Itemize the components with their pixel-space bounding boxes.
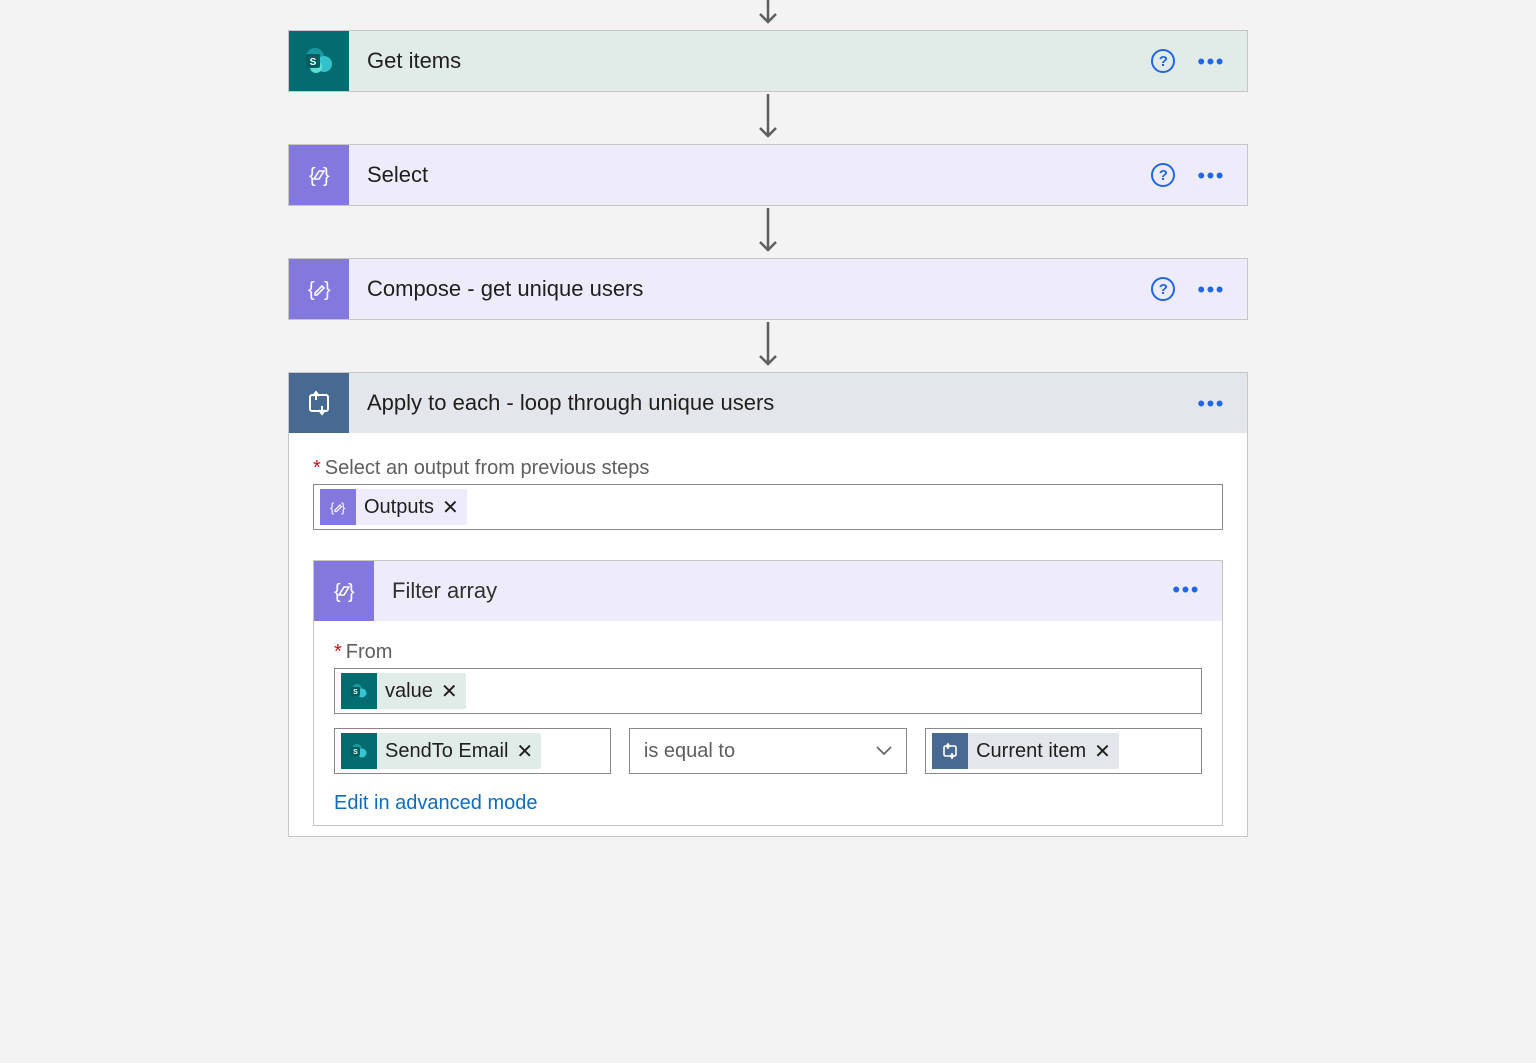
step-get-items[interactable]: S Get items ? ••• [288,30,1248,92]
token-outputs[interactable]: { } Outputs ✕ [320,489,467,525]
output-from-input[interactable]: { } Outputs ✕ [313,484,1223,530]
token-current-item[interactable]: Current item ✕ [932,733,1119,769]
token-remove-button[interactable]: ✕ [1094,739,1111,764]
filter-from-label: *From [334,641,1202,664]
token-sendto-email[interactable]: S SendTo Email ✕ [341,733,541,769]
svg-text:{: { [308,279,315,301]
filter-array-body: *From S [314,621,1222,825]
step-title: Select [349,162,1151,188]
condition-right-input[interactable]: Current item ✕ [925,728,1202,774]
svg-text:S: S [353,749,358,756]
step-title: Apply to each - loop through unique user… [349,390,1197,416]
chevron-down-icon [876,743,892,759]
condition-operator-select[interactable]: is equal to [629,728,907,774]
control-token-icon [932,733,968,769]
flow-arrow [757,320,779,372]
step-menu-button[interactable]: ••• [1197,398,1225,409]
step-menu-button[interactable]: ••• [1197,170,1225,181]
sharepoint-token-icon: S [341,733,377,769]
control-loop-icon [289,373,349,433]
edit-advanced-mode-link[interactable]: Edit in advanced mode [334,792,1202,815]
svg-text:}: } [324,279,331,301]
svg-text:}: } [323,165,330,187]
output-from-label: *Select an output from previous steps [313,457,1223,480]
help-icon[interactable]: ? [1151,163,1175,187]
token-remove-button[interactable]: ✕ [441,679,458,704]
svg-text:S: S [310,57,317,68]
data-operation-compose-icon: { } [289,259,349,319]
data-operation-select-icon: { } [289,145,349,205]
step-title: Filter array [374,578,1172,604]
data-operation-filter-icon: { } [314,561,374,621]
flow-arrow [757,92,779,144]
filter-from-input[interactable]: S value ✕ [334,668,1202,714]
step-menu-button[interactable]: ••• [1197,56,1225,67]
token-remove-button[interactable]: ✕ [516,739,533,764]
step-title: Get items [349,48,1151,74]
svg-text:}: } [348,581,355,603]
condition-left-input[interactable]: S SendTo Email ✕ [334,728,611,774]
compose-token-icon: { } [320,489,356,525]
token-value[interactable]: S value ✕ [341,673,466,709]
help-icon[interactable]: ? [1151,49,1175,73]
svg-text:}: } [341,500,346,515]
step-title: Compose - get unique users [349,276,1151,302]
filter-condition-row: S SendTo Email ✕ is equal to [334,728,1202,774]
step-apply-to-each[interactable]: Apply to each - loop through unique user… [288,372,1248,837]
apply-to-each-body: *Select an output from previous steps { … [289,433,1247,836]
svg-text:S: S [353,689,358,696]
token-remove-button[interactable]: ✕ [442,495,459,520]
step-compose[interactable]: { } Compose - get unique users ? ••• [288,258,1248,320]
flow-arrow-top [757,0,779,30]
sharepoint-icon: S [289,31,349,91]
help-icon[interactable]: ? [1151,277,1175,301]
step-select[interactable]: { } Select ? ••• [288,144,1248,206]
step-menu-button[interactable]: ••• [1172,577,1200,602]
svg-text:{: { [330,500,335,515]
step-filter-array[interactable]: { } Filter array ••• *From [313,560,1223,826]
sharepoint-token-icon: S [341,673,377,709]
flow-arrow [757,206,779,258]
step-menu-button[interactable]: ••• [1197,284,1225,295]
